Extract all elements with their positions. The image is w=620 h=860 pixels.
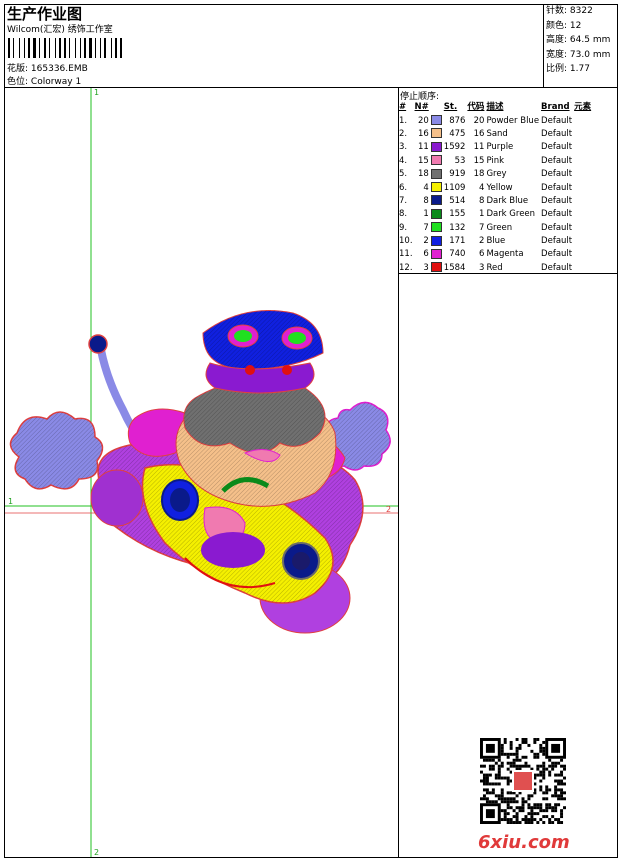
colorway-value: Colorway 1 bbox=[30, 77, 82, 87]
antenna-ball bbox=[88, 334, 108, 354]
colorway-label: 色位: bbox=[7, 77, 29, 87]
axis-label-right: 2 bbox=[386, 505, 392, 514]
color-row: 4. 15 53 15 Pink Default bbox=[399, 155, 573, 166]
color-swatch bbox=[430, 141, 442, 152]
stat-width: 宽度: 73.0 mm bbox=[546, 49, 611, 60]
axis-label-top: 1 bbox=[94, 88, 100, 97]
color-row: 12. 3 1584 3 Red Default bbox=[399, 262, 573, 273]
watermark-logo: 6xiu.com bbox=[478, 832, 570, 853]
helmet bbox=[202, 310, 324, 394]
color-swatch bbox=[430, 182, 442, 193]
color-swatch bbox=[430, 208, 442, 219]
color-swatch bbox=[430, 128, 442, 139]
color-swatch bbox=[430, 155, 442, 166]
stat-scale: 比例: 1.77 bbox=[546, 64, 590, 74]
color-swatch bbox=[430, 168, 442, 179]
color-table: # N# St. 代码 描述 Brand 元素 1. 20 876 20 Powder … bbox=[398, 101, 592, 275]
qr-code bbox=[480, 738, 566, 824]
color-swatch bbox=[430, 195, 442, 206]
design-file: 花版: 165336.EMB bbox=[7, 61, 88, 74]
page-title: 生产作业图 bbox=[7, 5, 83, 23]
axis-label-bottom: 2 bbox=[94, 848, 100, 857]
color-row: 2. 16 475 16 Sand Default bbox=[399, 128, 573, 139]
color-row: 8. 1 155 1 Dark Green Default bbox=[399, 208, 573, 220]
color-row: 6. 4 1109 4 Yellow Default bbox=[399, 182, 573, 193]
design-stats: 针数: 8322 颜色: 12 高度: 64.5 mm 宽度: 73.0 mm … bbox=[546, 4, 610, 77]
driver-head bbox=[175, 379, 337, 507]
colorway: 色位: Colorway 1 bbox=[7, 74, 81, 87]
color-row: 10. 2 171 2 Blue Default bbox=[399, 235, 573, 247]
color-swatch bbox=[430, 235, 442, 246]
color-swatch bbox=[430, 222, 442, 233]
color-row: 3. 11 1592 11 Purple Default bbox=[399, 141, 573, 153]
exhaust-cloud-left bbox=[9, 411, 104, 490]
stat-height: 高度: 64.5 mm bbox=[546, 35, 611, 45]
design-value: 165336.EMB bbox=[30, 64, 88, 74]
axis-label-left: 1 bbox=[8, 497, 14, 506]
design-label: 花版: bbox=[7, 64, 29, 74]
color-table-header: # N# St. 代码 描述 Brand 元素 bbox=[399, 102, 592, 113]
color-swatch bbox=[430, 248, 442, 259]
color-row: 7. 8 514 8 Dark Blue Default bbox=[399, 195, 573, 206]
color-row: 11. 6 740 6 Magenta Default bbox=[399, 248, 573, 260]
stat-stitches: 针数: 8322 bbox=[546, 6, 593, 16]
barcode bbox=[8, 38, 130, 58]
stat-colors: 颜色: 12 bbox=[546, 20, 582, 31]
color-row: 5. 18 919 18 Grey Default bbox=[399, 168, 573, 180]
color-row: 9. 7 132 7 Green Default bbox=[399, 222, 573, 233]
color-swatch bbox=[430, 115, 442, 126]
color-row: 1. 20 876 20 Powder Blue Default bbox=[399, 115, 573, 126]
studio-name: Wilcom(汇宏) 绣饰工作室 bbox=[7, 25, 113, 35]
color-swatch bbox=[430, 262, 442, 273]
embroidery-preview bbox=[5, 88, 398, 857]
